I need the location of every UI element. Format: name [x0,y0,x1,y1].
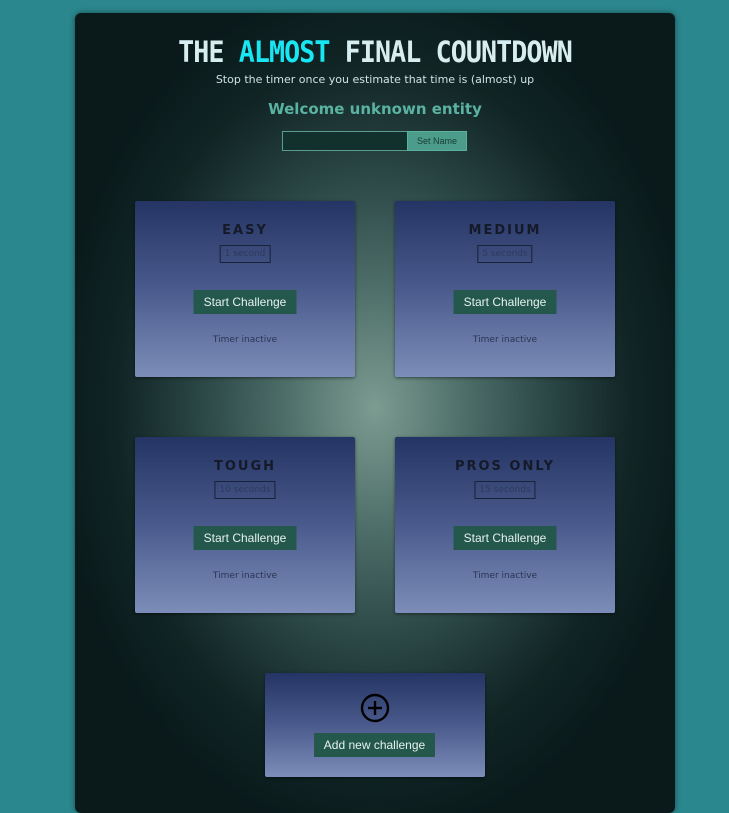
timer-status: Timer inactive [212,571,278,581]
challenge-title: EASY [222,223,268,238]
welcome-message: Welcome unknown entity [268,100,482,118]
challenge-duration: 1 second [219,245,271,263]
challenge-card-pros-only: PROS ONLY 15 seconds Start Challenge Tim… [395,437,615,613]
challenge-duration: 10 seconds [214,481,276,499]
challenge-card-easy: EASY 1 second Start Challenge Timer inac… [135,201,355,377]
set-name-button[interactable]: Set Name [407,131,467,151]
challenge-card-medium: MEDIUM 5 seconds Start Challenge Timer i… [395,201,615,377]
start-challenge-button[interactable]: Start Challenge [193,290,297,314]
page-subtitle: Stop the timer once you estimate that ti… [215,73,535,86]
challenge-card-tough: TOUGH 10 seconds Start Challenge Timer i… [135,437,355,613]
name-input[interactable] [282,131,407,151]
page-title: THE ALMOST FINAL COUNTDOWN [99,35,651,69]
challenge-duration: 15 seconds [474,481,536,499]
challenge-title: PROS ONLY [454,459,556,474]
timer-status: Timer inactive [472,335,538,345]
start-challenge-button[interactable]: Start Challenge [453,290,557,314]
title-suffix: FINAL COUNTDOWN [329,35,573,69]
plus-circle-icon [360,693,390,723]
start-challenge-button[interactable]: Start Challenge [453,526,557,550]
challenge-title: TOUGH [213,459,277,474]
add-challenge-card: Add new challenge [265,673,485,777]
timer-status: Timer inactive [212,335,278,345]
main-container: THE ALMOST FINAL COUNTDOWN Stop the time… [75,13,675,813]
add-challenge-button[interactable]: Add new challenge [314,733,435,757]
challenge-duration: 5 seconds [477,245,533,263]
name-form: Set Name [282,131,467,151]
timer-status: Timer inactive [472,571,538,581]
challenge-title: MEDIUM [468,223,542,238]
title-prefix: THE [178,35,239,69]
title-accent: ALMOST [238,35,331,69]
start-challenge-button[interactable]: Start Challenge [193,526,297,550]
